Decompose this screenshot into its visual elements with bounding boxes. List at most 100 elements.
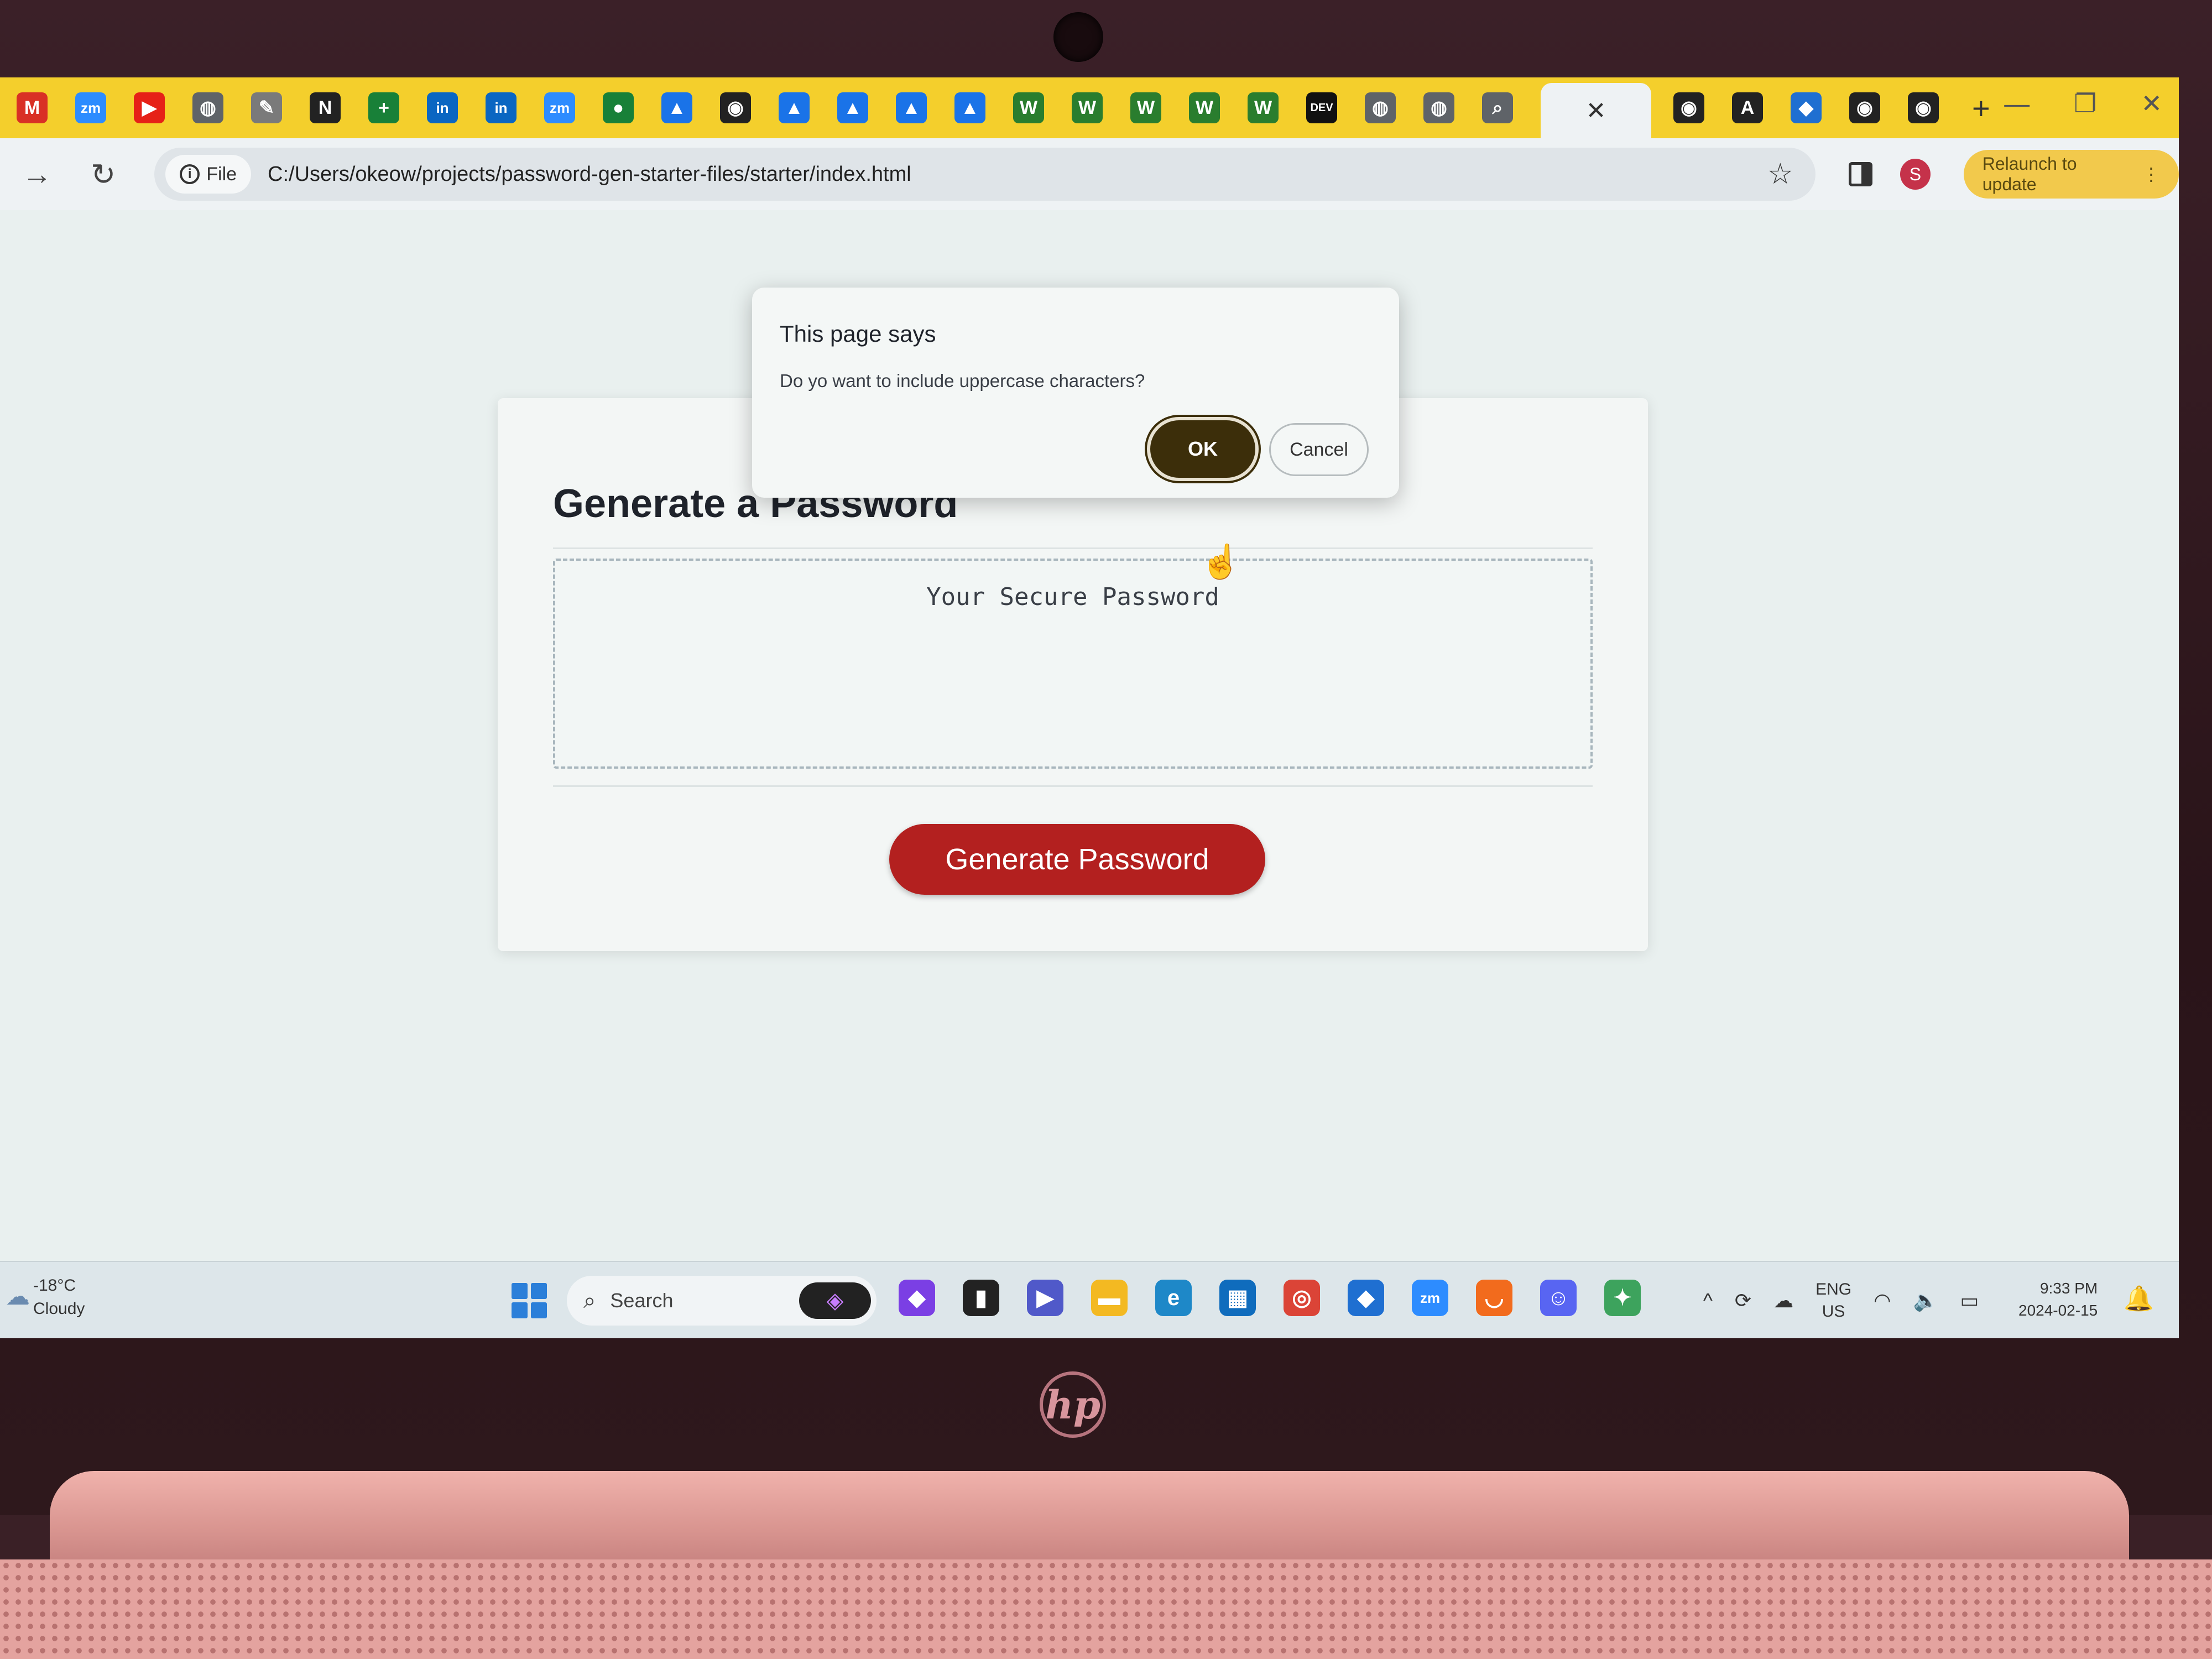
youtube-icon[interactable]: ▶ — [134, 92, 165, 123]
drive-icon[interactable]: ▲ — [837, 92, 868, 123]
shopping-icon[interactable]: ◡ — [1476, 1280, 1512, 1316]
battery-icon[interactable]: ▭ — [1960, 1289, 1979, 1312]
tab-strip: Mzm ▶ ◍ ✎ N + in in zm ● ▲ ◉ ▲ ▲ ▲ ▲ W W W W W DEV ◍ ◍ ⌕ ✕ ◉ A ◆ ◉ ◉… — [0, 77, 2179, 138]
onedrive-icon[interactable]: ☁ — [1773, 1289, 1793, 1312]
notification-bell-icon[interactable]: 🔔 — [2124, 1284, 2154, 1313]
folder-icon[interactable]: ▬ — [1091, 1280, 1128, 1316]
side-panel-icon[interactable] — [1848, 162, 1873, 186]
hp-logo: hp — [1040, 1371, 1106, 1438]
github-icon[interactable]: ◉ — [1849, 92, 1880, 123]
notion-icon[interactable]: N — [310, 92, 341, 123]
password-output[interactable]: Your Secure Password — [553, 559, 1593, 769]
windows-start-icon[interactable] — [512, 1283, 547, 1318]
relaunch-button[interactable]: Relaunch to update ⋮ — [1963, 150, 2179, 199]
new-tab-button[interactable]: + — [1972, 90, 1990, 126]
globe-icon[interactable]: ◍ — [1365, 92, 1396, 123]
search-icon[interactable]: ⌕ — [1482, 92, 1513, 123]
scheme-label: File — [206, 163, 237, 185]
system-tray: ^ ⟳ ☁ ENG US ◠ 🔈 ▭ — [1703, 1279, 1979, 1323]
zoom-icon[interactable]: zm — [544, 92, 575, 123]
classroom-icon[interactable]: ● — [603, 92, 634, 123]
drive-icon[interactable]: ▲ — [661, 92, 692, 123]
taskbar: ☁ -18°C Cloudy ⌕ Search ◈ ◆ ▮ ▶ ▬ e ▦ ◎ ◆ zm ◡ ☺ ✦ … — [0, 1261, 2179, 1338]
pen-icon[interactable]: ✎ — [251, 92, 282, 123]
active-tab[interactable]: ✕ — [1541, 83, 1651, 138]
github-icon[interactable]: ◉ — [1908, 92, 1939, 123]
teams-icon[interactable]: ▶ — [1027, 1280, 1063, 1316]
profile-avatar[interactable]: S — [1900, 159, 1931, 190]
terminal-icon[interactable]: ▮ — [963, 1280, 999, 1316]
tool-icon[interactable]: ✦ — [1604, 1280, 1641, 1316]
restore-button[interactable]: ❐ — [2074, 88, 2096, 118]
cancel-button[interactable]: Cancel — [1269, 423, 1369, 476]
app-icon[interactable]: A — [1732, 92, 1763, 123]
menu-icon[interactable]: ⋮ — [2142, 164, 2160, 185]
language-indicator[interactable]: ENG US — [1815, 1279, 1851, 1323]
laptop-bezel: Mzm ▶ ◍ ✎ N + in in zm ● ▲ ◉ ▲ ▲ ▲ ▲ W W W W W DEV ◍ ◍ ⌕ ✕ ◉ A ◆ ◉ ◉… — [0, 0, 2212, 1515]
clock-date: 2024-02-15 — [2018, 1302, 2098, 1319]
globe-icon[interactable]: ◍ — [192, 92, 223, 123]
dev-icon[interactable]: DEV — [1306, 92, 1337, 123]
browser-toolbar: → ↻ i File C:/Users/okeow/projects/passw… — [0, 138, 2179, 210]
page-content: Generate a Password Your Secure Password… — [0, 210, 2179, 1261]
url-text[interactable]: C:/Users/okeow/projects/password-gen-sta… — [268, 163, 911, 186]
weather-desc: Cloudy — [33, 1300, 85, 1318]
dialog-message: Do yo want to include uppercase characte… — [780, 371, 1145, 391]
forward-button[interactable]: → — [22, 157, 52, 191]
weather-temp: -18°C — [33, 1276, 76, 1295]
close-window-button[interactable]: ✕ — [2141, 88, 2162, 118]
webflow-icon[interactable]: W — [1189, 92, 1220, 123]
pointer-cursor-icon: ☝ — [1200, 543, 1241, 580]
volume-icon[interactable]: 🔈 — [1913, 1289, 1938, 1312]
vscode-icon[interactable]: ◆ — [1791, 92, 1822, 123]
pinned-apps: ◆ ▮ ▶ ▬ e ▦ ◎ ◆ zm ◡ ☺ ✦ — [899, 1280, 1641, 1316]
bookmark-star-icon[interactable]: ☆ — [1767, 158, 1793, 191]
globe-icon[interactable]: ◍ — [1423, 92, 1454, 123]
site-info-chip[interactable]: i File — [165, 155, 252, 194]
alert-dialog: This page says Do yo want to include upp… — [752, 288, 1399, 498]
drive-icon[interactable]: ▲ — [779, 92, 810, 123]
info-icon: i — [180, 164, 200, 184]
copilot-icon[interactable]: ◆ — [899, 1280, 935, 1316]
weather-widget[interactable]: ☁ -18°C Cloudy — [6, 1274, 85, 1321]
generate-password-button[interactable]: Generate Password — [889, 824, 1265, 895]
gmail-icon[interactable]: M — [17, 92, 48, 123]
tab-list: Mzm ▶ ◍ ✎ N + in in zm ● ▲ ◉ ▲ ▲ ▲ ▲ W W W W W DEV ◍ ◍ ⌕ — [17, 92, 1541, 123]
discord-icon[interactable]: ☺ — [1540, 1280, 1577, 1316]
store-icon[interactable]: ▦ — [1219, 1280, 1256, 1316]
clock[interactable]: 9:33 PM 2024-02-15 — [2018, 1277, 2098, 1322]
zoom-icon[interactable]: zm — [1412, 1280, 1448, 1316]
address-bar[interactable]: i File C:/Users/okeow/projects/password-… — [154, 148, 1815, 201]
webflow-icon[interactable]: W — [1248, 92, 1279, 123]
linkedin-icon[interactable]: in — [486, 92, 517, 123]
laptop-speaker-grille — [0, 1559, 2212, 1659]
chevron-up-icon[interactable]: ^ — [1703, 1289, 1713, 1312]
github-icon[interactable]: ◉ — [720, 92, 751, 123]
wifi-icon[interactable]: ◠ — [1874, 1289, 1891, 1312]
drive-icon[interactable]: ▲ — [896, 92, 927, 123]
webflow-icon[interactable]: W — [1072, 92, 1103, 123]
clock-time: 9:33 PM — [2039, 1280, 2098, 1297]
dialog-title: This page says — [780, 321, 936, 347]
vscode-icon[interactable]: ◆ — [1348, 1280, 1384, 1316]
linkedin-icon[interactable]: in — [427, 92, 458, 123]
close-icon[interactable]: ✕ — [1586, 97, 1606, 125]
taskbar-search[interactable]: ⌕ Search ◈ — [567, 1276, 877, 1326]
reload-button[interactable]: ↻ — [91, 157, 116, 192]
sheets-icon[interactable]: + — [368, 92, 399, 123]
copilot-icon[interactable]: ◈ — [799, 1282, 871, 1319]
search-label: Search — [610, 1289, 674, 1312]
ok-button[interactable]: OK — [1150, 420, 1255, 478]
drive-icon[interactable]: ▲ — [954, 92, 985, 123]
edge-icon[interactable]: e — [1155, 1280, 1192, 1316]
tab-list-after: ◉ A ◆ ◉ ◉ — [1673, 92, 1966, 123]
github-icon[interactable]: ◉ — [1673, 92, 1704, 123]
zoom-icon[interactable]: zm — [75, 92, 106, 123]
chrome-icon[interactable]: ◎ — [1284, 1280, 1320, 1316]
webflow-icon[interactable]: W — [1013, 92, 1044, 123]
sync-icon[interactable]: ⟳ — [1735, 1289, 1751, 1312]
webflow-icon[interactable]: W — [1130, 92, 1161, 123]
minimize-button[interactable]: — — [2004, 88, 2030, 118]
search-icon: ⌕ — [583, 1288, 596, 1313]
cloud-icon: ☁ — [6, 1283, 30, 1310]
